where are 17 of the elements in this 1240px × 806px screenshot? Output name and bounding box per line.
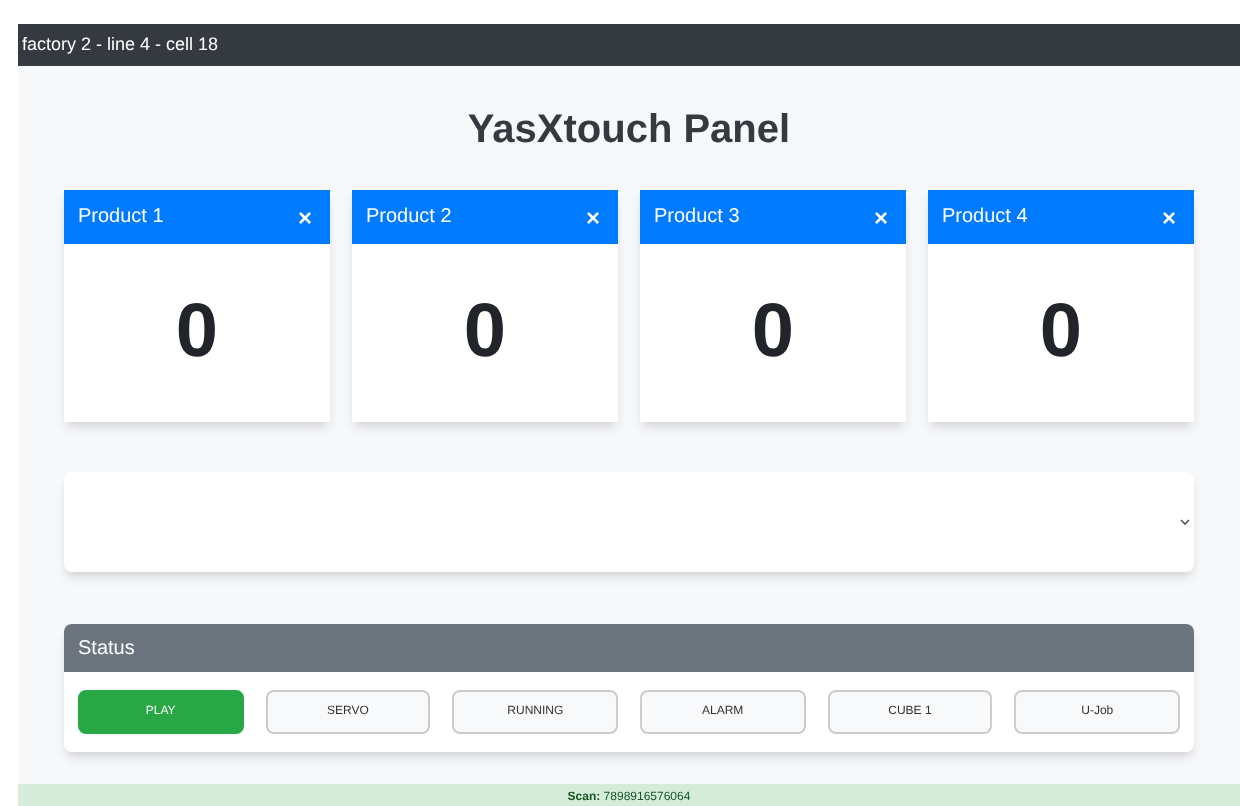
product-title: Product 3 xyxy=(654,204,740,232)
close-button[interactable]: × xyxy=(585,205,600,229)
dropdown-select[interactable] xyxy=(64,472,1194,572)
close-button[interactable]: × xyxy=(297,205,312,229)
status-title: Status xyxy=(78,635,135,663)
product-title: Product 4 xyxy=(942,204,1028,232)
product-title: Product 2 xyxy=(366,204,452,232)
chevron-down-icon xyxy=(1180,518,1190,526)
close-button[interactable]: × xyxy=(1161,205,1176,229)
product-count: 0 xyxy=(1039,288,1083,378)
close-button[interactable]: × xyxy=(873,205,888,229)
top-bar-title: factory 2 - line 4 - cell 18 xyxy=(22,31,219,58)
product-count: 0 xyxy=(175,288,219,378)
page-heading: YasXtouch Panel xyxy=(467,106,791,156)
product-count: 0 xyxy=(463,288,507,378)
product-title: Product 1 xyxy=(78,204,164,232)
product-count: 0 xyxy=(751,288,795,378)
